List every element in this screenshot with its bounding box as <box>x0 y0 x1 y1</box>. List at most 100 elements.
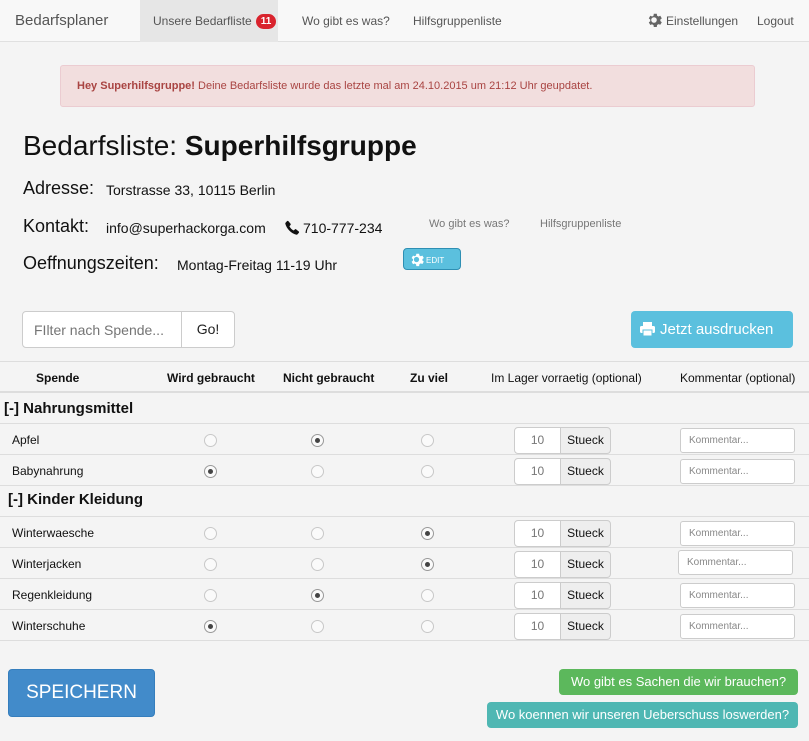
radio-nicht-gebraucht[interactable] <box>311 434 324 447</box>
gear-icon <box>411 253 424 267</box>
comment-input[interactable]: Kommentar... <box>680 521 795 546</box>
quantity-input[interactable]: 10 <box>514 582 561 609</box>
col-spende: Spende <box>36 371 80 385</box>
quantity-input[interactable]: 10 <box>514 520 561 547</box>
nav-bedarfsliste[interactable]: Unsere Bedarfliste 11 <box>140 0 278 42</box>
address-value: Torstrasse 33, 10115 Berlin <box>106 182 276 198</box>
nav-wo-gibt-es-was-label: Wo gibt es was? <box>302 14 390 28</box>
table-row: Winterwaesche 10 Stueck Kommentar... <box>0 516 809 547</box>
go-button[interactable]: Go! <box>181 311 235 348</box>
link-hilfsgruppenliste[interactable]: Hilfsgruppenliste <box>540 218 621 230</box>
count-badge: 11 <box>255 14 277 29</box>
col-zu-viel: Zu viel <box>410 371 449 385</box>
comment-input[interactable]: Kommentar... <box>680 583 795 608</box>
filter-input[interactable] <box>22 311 182 348</box>
nav-bedarfsliste-label: Unsere Bedarfliste <box>153 14 252 28</box>
nav-settings[interactable]: Einstellungen <box>646 0 738 42</box>
radio-nicht-gebraucht[interactable] <box>311 620 324 633</box>
edit-label: EDIT <box>426 256 445 265</box>
alert-text: Deine Bedarfsliste wurde das letzte mal … <box>194 80 593 92</box>
radio-zu-viel[interactable] <box>421 620 434 633</box>
radio-zu-viel[interactable] <box>421 527 434 540</box>
item-name: Babynahrung <box>12 464 84 478</box>
quantity-input[interactable]: 10 <box>514 613 561 640</box>
radio-zu-viel[interactable] <box>421 465 434 478</box>
gear-icon <box>648 13 662 27</box>
printer-icon <box>640 322 655 337</box>
item-name: Regenkleidung <box>12 588 93 602</box>
surplus-button[interactable]: Wo koennen wir unseren Ueberschuss loswe… <box>487 702 798 728</box>
radio-nicht-gebraucht[interactable] <box>311 589 324 602</box>
table-row: Regenkleidung 10 Stueck Kommentar... <box>0 578 809 609</box>
radio-zu-viel[interactable] <box>421 434 434 447</box>
quantity-input[interactable]: 10 <box>514 458 561 485</box>
unit-addon: Stueck <box>560 458 611 485</box>
radio-wird-gebraucht[interactable] <box>204 620 217 633</box>
update-alert: Hey Superhilfsgruppe! Deine Bedarfsliste… <box>60 65 755 107</box>
section-kinder-kleidung[interactable]: [-] Kinder Kleidung <box>8 491 143 508</box>
radio-nicht-gebraucht[interactable] <box>311 527 324 540</box>
alert-strong: Hey Superhilfsgruppe! <box>77 80 195 92</box>
address-label: Adresse: <box>23 178 95 198</box>
table-row: Winterjacken 10 Stueck Kommentar... <box>0 547 809 578</box>
unit-addon: Stueck <box>560 520 611 547</box>
hours-label: Oeffnungszeiten: <box>23 253 159 273</box>
radio-nicht-gebraucht[interactable] <box>311 558 324 571</box>
col-wird-gebraucht: Wird gebraucht <box>167 371 255 385</box>
unit-addon: Stueck <box>560 582 611 609</box>
table-row: Winterschuhe 10 Stueck Kommentar... <box>0 609 809 641</box>
radio-nicht-gebraucht[interactable] <box>311 465 324 478</box>
table-row: Apfel 10 Stueck Kommentar... <box>0 423 809 454</box>
nav-hilfsgruppenliste-label: Hilfsgruppenliste <box>413 14 502 28</box>
phone-value: 710-777-234 <box>303 220 383 236</box>
section-nahrungsmittel[interactable]: [-] Nahrungsmittel <box>4 400 133 417</box>
section-divider <box>0 485 809 486</box>
nav-hilfsgruppenliste[interactable]: Hilfsgruppenliste <box>413 0 502 42</box>
edit-button[interactable]: EDIT <box>403 248 461 270</box>
nav-settings-label: Einstellungen <box>666 14 739 28</box>
col-lager: Im Lager vorraetig (optional) <box>491 371 642 385</box>
item-name: Winterschuhe <box>12 619 86 633</box>
radio-wird-gebraucht[interactable] <box>204 465 217 478</box>
table-row: Babynahrung 10 Stueck Kommentar... <box>0 454 809 485</box>
print-label: Jetzt ausdrucken <box>660 321 774 338</box>
col-kommentar: Kommentar (optional) <box>680 371 796 385</box>
unit-addon: Stueck <box>560 551 611 578</box>
comment-input[interactable]: Kommentar... <box>680 459 795 484</box>
email-value[interactable]: info@superhackorga.com <box>106 220 266 236</box>
brand[interactable]: Bedarfsplaner <box>15 12 108 29</box>
unit-addon: Stueck <box>560 613 611 640</box>
col-nicht-gebraucht: Nicht gebraucht <box>283 371 375 385</box>
save-button[interactable]: SPEICHERN <box>8 669 155 717</box>
nav-logout-label: Logout <box>757 14 794 28</box>
radio-zu-viel[interactable] <box>421 558 434 571</box>
quantity-input[interactable]: 10 <box>514 427 561 454</box>
title-prefix: Bedarfsliste: <box>23 130 185 161</box>
radio-wird-gebraucht[interactable] <box>204 589 217 602</box>
nav-logout[interactable]: Logout <box>757 0 794 42</box>
radio-wird-gebraucht[interactable] <box>204 527 217 540</box>
navbar: Bedarfsplaner Unsere Bedarfliste 11 Wo gi… <box>0 0 809 42</box>
phone-icon <box>285 220 300 235</box>
quantity-input[interactable]: 10 <box>514 551 561 578</box>
item-name: Apfel <box>12 433 40 447</box>
contact-label: Kontakt: <box>23 216 90 236</box>
phone: 710-777-234 <box>285 220 382 236</box>
hours-value: Montag-Freitag 11-19 Uhr <box>177 257 338 273</box>
page-title: Bedarfsliste: Superhilfsgruppe <box>23 130 417 162</box>
comment-input[interactable]: Kommentar... <box>678 550 793 575</box>
nav-wo-gibt-es-was[interactable]: Wo gibt es was? <box>302 0 390 42</box>
radio-wird-gebraucht[interactable] <box>204 434 217 447</box>
unit-addon: Stueck <box>560 427 611 454</box>
link-wo-gibt-es-was[interactable]: Wo gibt es was? <box>429 218 510 230</box>
comment-input[interactable]: Kommentar... <box>680 428 795 453</box>
item-name: Winterjacken <box>12 557 82 571</box>
print-button[interactable]: Jetzt ausdrucken <box>631 311 793 348</box>
comment-input[interactable]: Kommentar... <box>680 614 795 639</box>
find-needs-button[interactable]: Wo gibt es Sachen die wir brauchen? <box>559 669 798 695</box>
radio-zu-viel[interactable] <box>421 589 434 602</box>
item-name: Winterwaesche <box>12 526 95 540</box>
radio-wird-gebraucht[interactable] <box>204 558 217 571</box>
title-group-name: Superhilfsgruppe <box>184 130 417 161</box>
table-header: Spende Wird gebraucht Nicht gebraucht Zu… <box>0 361 809 393</box>
